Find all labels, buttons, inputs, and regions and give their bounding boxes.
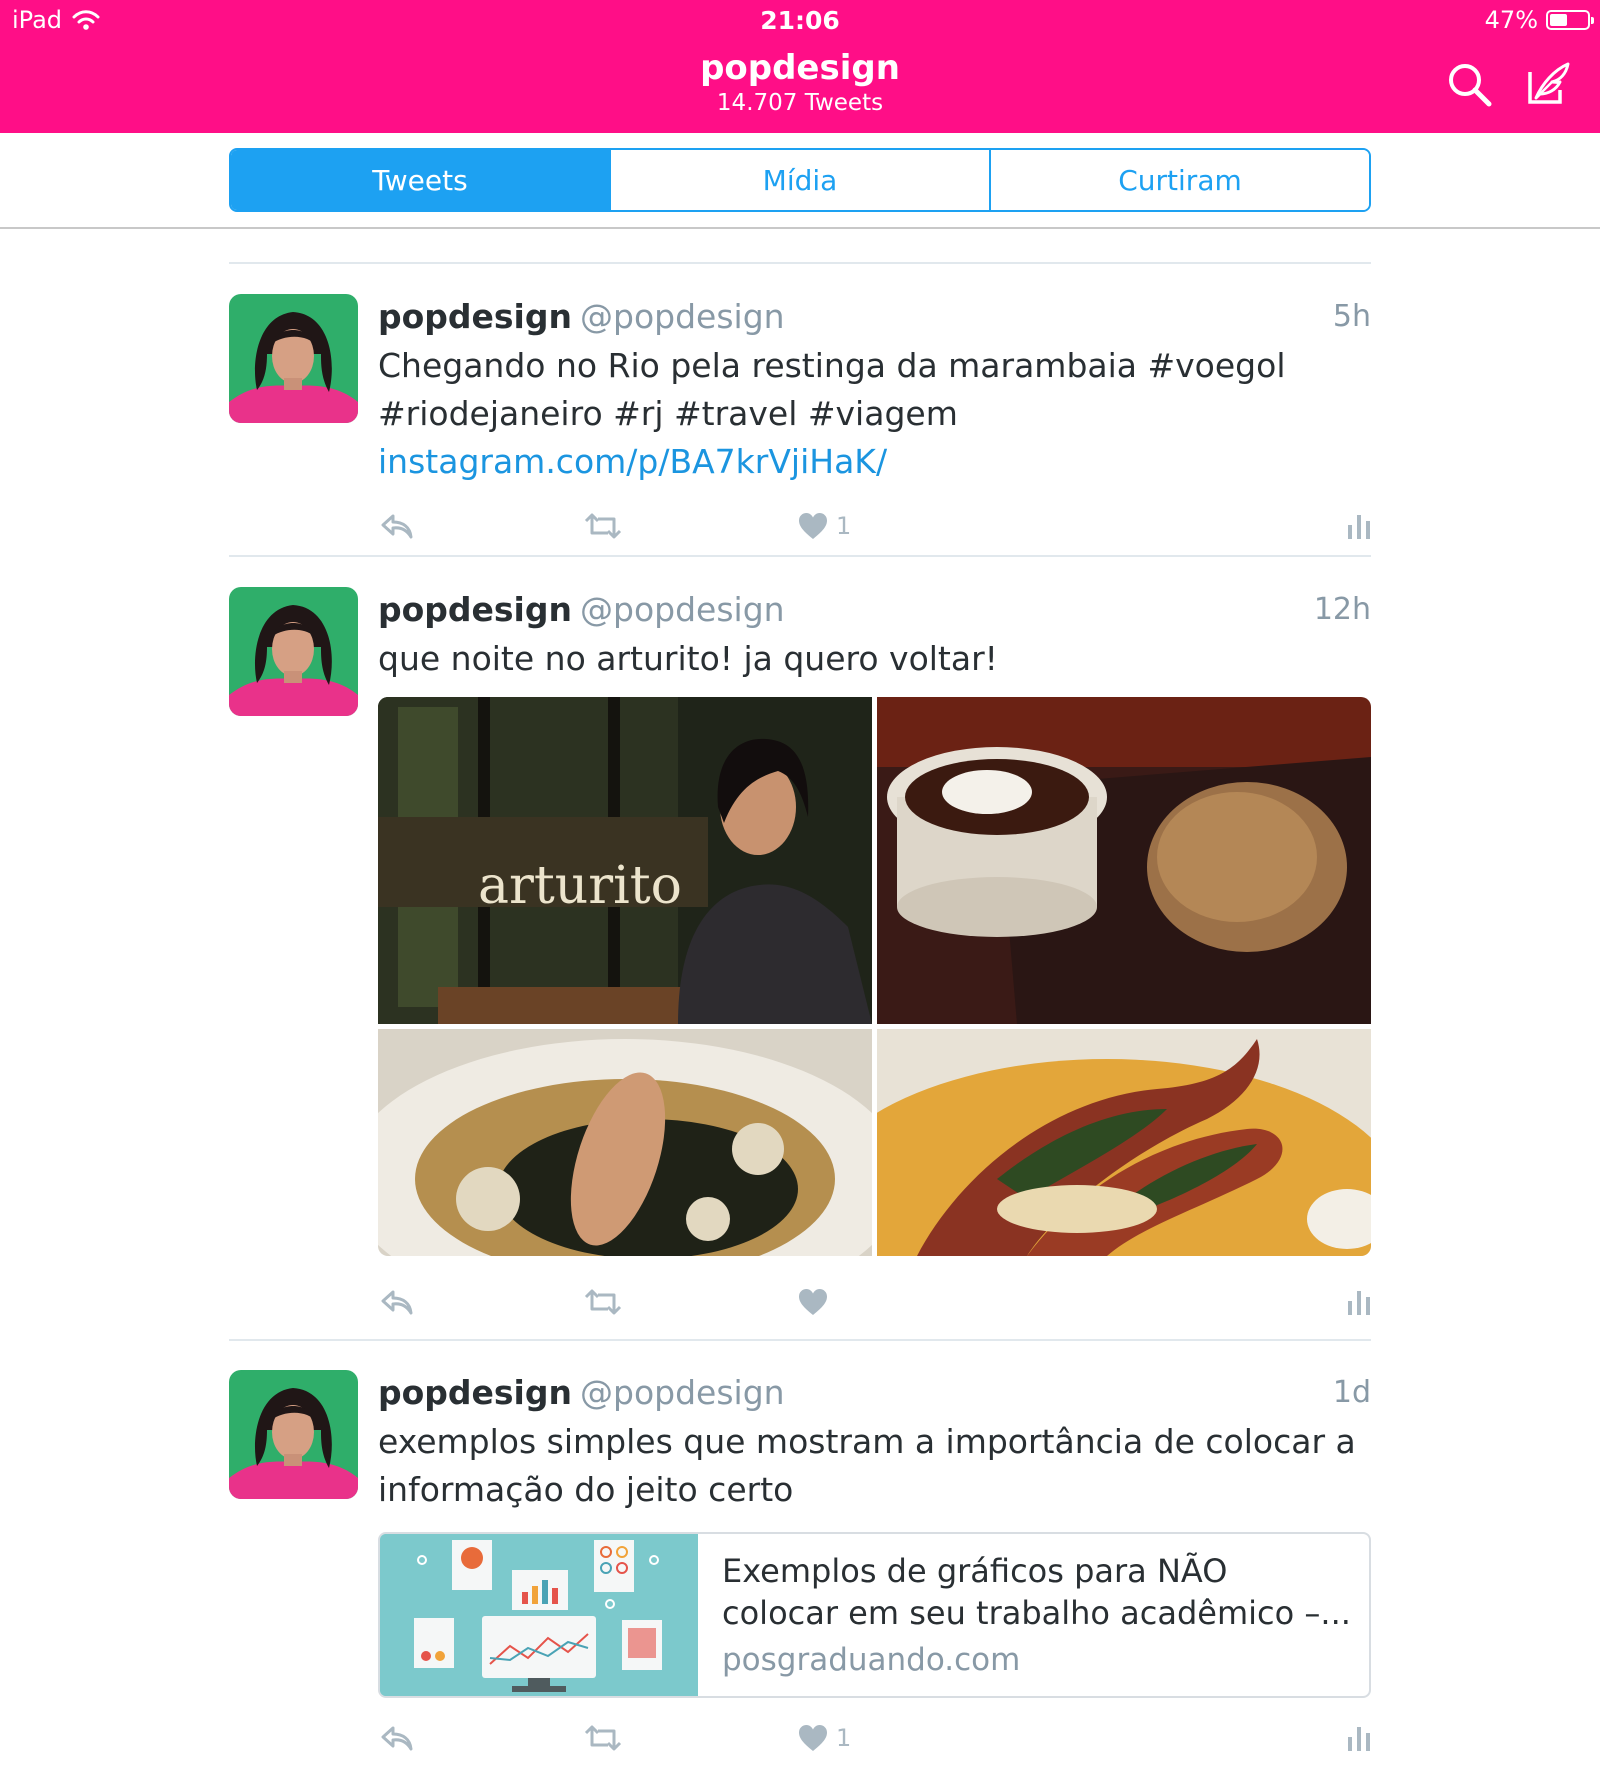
author-name[interactable]: popdesign: [378, 590, 572, 629]
retweet-icon[interactable]: [582, 1718, 624, 1758]
author-handle[interactable]: @popdesign: [580, 1373, 785, 1412]
photo-pasta[interactable]: [378, 1029, 872, 1256]
card-title: Exemplos de gráficos para NÃO colocar em…: [722, 1552, 1351, 1632]
tweet-text-body: Chegando no Rio pela restinga da maramba…: [378, 346, 1286, 433]
battery-icon: [1546, 10, 1594, 30]
avatar[interactable]: [229, 1370, 358, 1499]
card-thumbnail: [380, 1534, 698, 1696]
tweet-link[interactable]: instagram.com/p/BA7krVjiHaK/: [378, 442, 887, 481]
tweet-actions: [378, 1282, 1371, 1322]
tweet-header: popdesign @popdesign 1d: [378, 1370, 1371, 1418]
tweet-divider: [229, 555, 1371, 557]
profile-title: popdesign: [700, 48, 900, 88]
retweet-icon[interactable]: [582, 1282, 624, 1322]
tab-curtiram[interactable]: Curtiram: [989, 150, 1369, 210]
status-bar-right: 47%: [1484, 6, 1594, 34]
tweet-divider: [229, 262, 1371, 264]
photo-sign-text: arturito: [478, 856, 682, 916]
like-button[interactable]: 1: [798, 1718, 851, 1758]
photo-restaurant[interactable]: arturito: [378, 697, 872, 1024]
author-name[interactable]: popdesign: [378, 297, 572, 336]
reply-icon[interactable]: [380, 1282, 414, 1322]
battery-level: [1550, 14, 1567, 26]
analytics-icon[interactable]: [1347, 506, 1371, 546]
reply-icon[interactable]: [380, 1718, 414, 1758]
tweet-divider: [229, 1339, 1371, 1341]
compose-icon[interactable]: [1522, 60, 1572, 110]
search-icon[interactable]: [1445, 60, 1495, 110]
tab-midia[interactable]: Mídia: [609, 150, 989, 210]
battery-percent: 47%: [1484, 6, 1538, 34]
avatar[interactable]: [229, 294, 358, 423]
tabs-divider: [0, 227, 1600, 229]
media-grid: arturito: [378, 697, 1371, 1256]
tweet-header: popdesign @popdesign 12h: [378, 587, 1371, 635]
tweet-text: que noite no arturito! ja quero voltar!: [378, 639, 998, 678]
card-domain: posgraduando.com: [722, 1642, 1021, 1678]
profile-tabs: Tweets Mídia Curtiram: [229, 148, 1371, 212]
author-handle[interactable]: @popdesign: [580, 590, 785, 629]
heart-icon: [798, 1288, 828, 1316]
status-time: 21:06: [760, 6, 840, 35]
avatar[interactable]: [229, 587, 358, 716]
tweet-text: exemplos simples que mostram a importânc…: [378, 1422, 1356, 1509]
tweet-time: 5h: [1332, 299, 1371, 334]
tab-tweets[interactable]: Tweets: [231, 150, 609, 210]
tweet-time: 1d: [1332, 1375, 1371, 1410]
tweet-actions: 1: [378, 506, 1371, 546]
link-card[interactable]: Exemplos de gráficos para NÃO colocar em…: [378, 1532, 1371, 1698]
like-count: 1: [836, 1724, 852, 1752]
analytics-icon[interactable]: [1347, 1282, 1371, 1322]
analytics-icon[interactable]: [1347, 1718, 1371, 1758]
reply-icon[interactable]: [380, 506, 414, 546]
author-name[interactable]: popdesign: [378, 1373, 572, 1412]
tweet-count: 14.707 Tweets: [716, 90, 884, 116]
tweet-text: Chegando no Rio pela restinga da maramba…: [378, 342, 1371, 486]
heart-icon: [798, 512, 828, 540]
tweet-actions: 1: [378, 1718, 1371, 1758]
heart-icon: [798, 1724, 828, 1752]
photo-octopus[interactable]: [877, 1029, 1371, 1256]
tweet-header: popdesign @popdesign 5h: [378, 294, 1371, 342]
tweet-time: 12h: [1313, 592, 1371, 627]
like-button[interactable]: [798, 1282, 836, 1322]
author-handle[interactable]: @popdesign: [580, 297, 785, 336]
like-button[interactable]: 1: [798, 506, 851, 546]
app-header: iPad 21:06 47% popdesign 14.707 Tweets: [0, 0, 1600, 133]
like-count: 1: [836, 512, 852, 540]
retweet-icon[interactable]: [582, 506, 624, 546]
photo-dessert[interactable]: [877, 697, 1371, 1024]
